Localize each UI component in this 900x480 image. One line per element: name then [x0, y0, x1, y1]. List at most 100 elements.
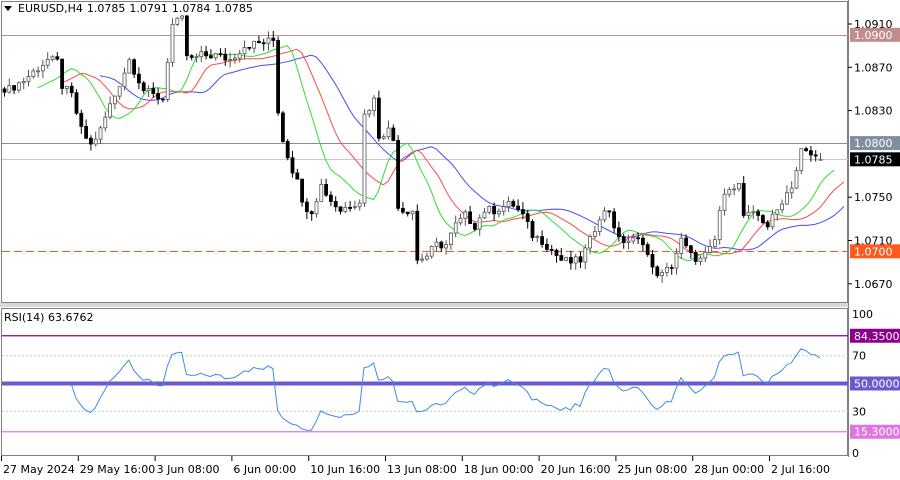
- candle: [266, 31, 271, 51]
- candle: [55, 51, 60, 61]
- candle-body: [338, 206, 343, 212]
- candle-body: [381, 136, 386, 139]
- candle: [650, 249, 655, 275]
- candle-body: [69, 85, 74, 94]
- candle: [261, 38, 266, 51]
- candle: [314, 197, 319, 218]
- candle: [583, 244, 588, 270]
- candle-body: [45, 58, 50, 66]
- alligator-lips-line: [37, 45, 835, 262]
- price-chart[interactable]: 1.09101.08701.08301.07501.07101.06701.09…: [0, 0, 900, 480]
- candle-body: [290, 157, 295, 174]
- candle: [252, 40, 257, 54]
- candle: [372, 95, 377, 117]
- candle: [333, 196, 338, 212]
- candle-body: [223, 53, 228, 61]
- candle: [165, 58, 170, 102]
- high-value: 1.0791: [129, 2, 168, 15]
- candle-body: [607, 210, 612, 213]
- candle-body: [232, 57, 237, 61]
- candle-body: [98, 127, 103, 140]
- candle-body: [703, 251, 708, 259]
- candle-body: [89, 137, 93, 145]
- candle-body: [612, 211, 616, 229]
- candle-body: [242, 46, 247, 55]
- candle: [319, 178, 324, 202]
- candle-body: [309, 211, 314, 215]
- candle: [74, 89, 79, 115]
- candle-body: [713, 239, 717, 247]
- candle-body: [252, 40, 257, 49]
- candle: [410, 210, 415, 221]
- candle-body: [621, 236, 626, 243]
- candle-body: [732, 188, 736, 191]
- candle-body: [352, 206, 357, 209]
- candle-body: [304, 201, 309, 213]
- candle-body: [396, 140, 401, 209]
- candle-body: [31, 70, 36, 77]
- candle-body: [180, 15, 185, 19]
- candle-body: [36, 70, 40, 73]
- candle-body: [165, 61, 170, 100]
- candle-body: [160, 98, 165, 101]
- candle: [799, 148, 804, 175]
- candle-body: [136, 73, 141, 84]
- candle-body: [410, 210, 415, 215]
- rsi-header: RSI(14) 63.6762: [4, 311, 93, 324]
- candle: [458, 213, 463, 226]
- candle: [415, 204, 420, 265]
- candle: [247, 46, 252, 51]
- candle-body: [593, 231, 597, 237]
- candle-body: [256, 40, 261, 44]
- candle-body: [477, 217, 482, 230]
- candle: [175, 17, 180, 27]
- candle-body: [194, 56, 199, 59]
- candle: [103, 111, 108, 132]
- candle: [741, 175, 746, 219]
- candle: [693, 249, 698, 265]
- candle-body: [362, 113, 367, 204]
- candle: [127, 57, 132, 74]
- candle: [2, 86, 7, 97]
- candle: [276, 36, 281, 116]
- rsi-tick-label: 100: [852, 308, 873, 321]
- candle: [559, 247, 564, 262]
- time-tick-label: 2 Jul 16:00: [771, 463, 830, 476]
- candle-body: [343, 207, 348, 212]
- candle-body: [21, 80, 26, 84]
- candle: [45, 52, 50, 69]
- candle-body: [468, 211, 473, 224]
- candle: [573, 254, 578, 270]
- candle-body: [472, 223, 477, 230]
- candle: [271, 30, 276, 47]
- dropdown-triangle-icon[interactable]: [4, 6, 12, 11]
- candle: [7, 78, 12, 94]
- candle: [98, 125, 103, 144]
- candle-body: [492, 206, 497, 215]
- candle-body: [424, 255, 429, 260]
- candle: [338, 206, 343, 215]
- candle-body: [741, 183, 746, 216]
- candle-body: [400, 207, 405, 213]
- candle: [141, 80, 146, 94]
- rsi-line: [70, 348, 821, 431]
- candle: [36, 66, 40, 78]
- candle-body: [521, 209, 525, 215]
- candle: [669, 264, 674, 275]
- candle-body: [271, 37, 276, 41]
- candle-body: [122, 72, 127, 88]
- candle: [132, 58, 137, 78]
- candle-body: [794, 170, 799, 189]
- candle-body: [722, 193, 727, 211]
- candle-body: [300, 178, 305, 203]
- candle: [424, 252, 429, 261]
- candle: [391, 124, 396, 142]
- candle-body: [463, 211, 468, 219]
- candle-body: [324, 184, 329, 196]
- rsi-tick-label: 70: [852, 350, 866, 363]
- candle-body: [348, 207, 353, 209]
- candle-body: [314, 200, 319, 215]
- candle-body: [506, 200, 511, 208]
- candle-body: [439, 241, 444, 249]
- candle: [780, 199, 784, 214]
